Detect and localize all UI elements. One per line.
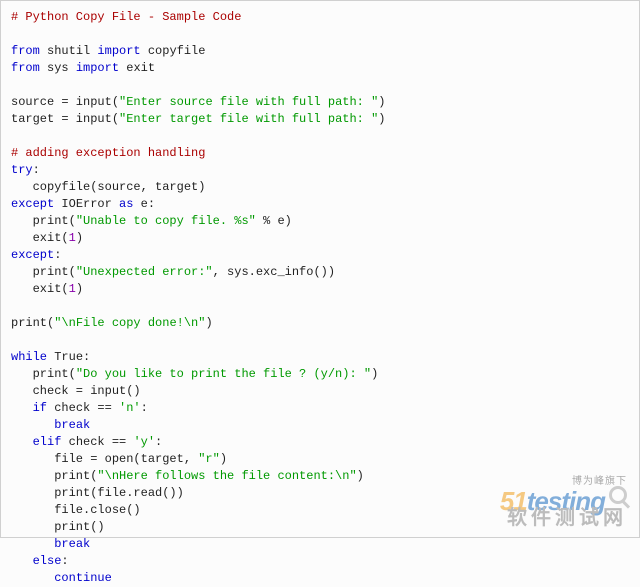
comment: # Python Copy File - Sample Code bbox=[11, 10, 241, 24]
comment: # adding exception handling bbox=[11, 146, 205, 160]
kw: from bbox=[11, 44, 40, 58]
code-block: # Python Copy File - Sample Code from sh… bbox=[11, 9, 629, 587]
